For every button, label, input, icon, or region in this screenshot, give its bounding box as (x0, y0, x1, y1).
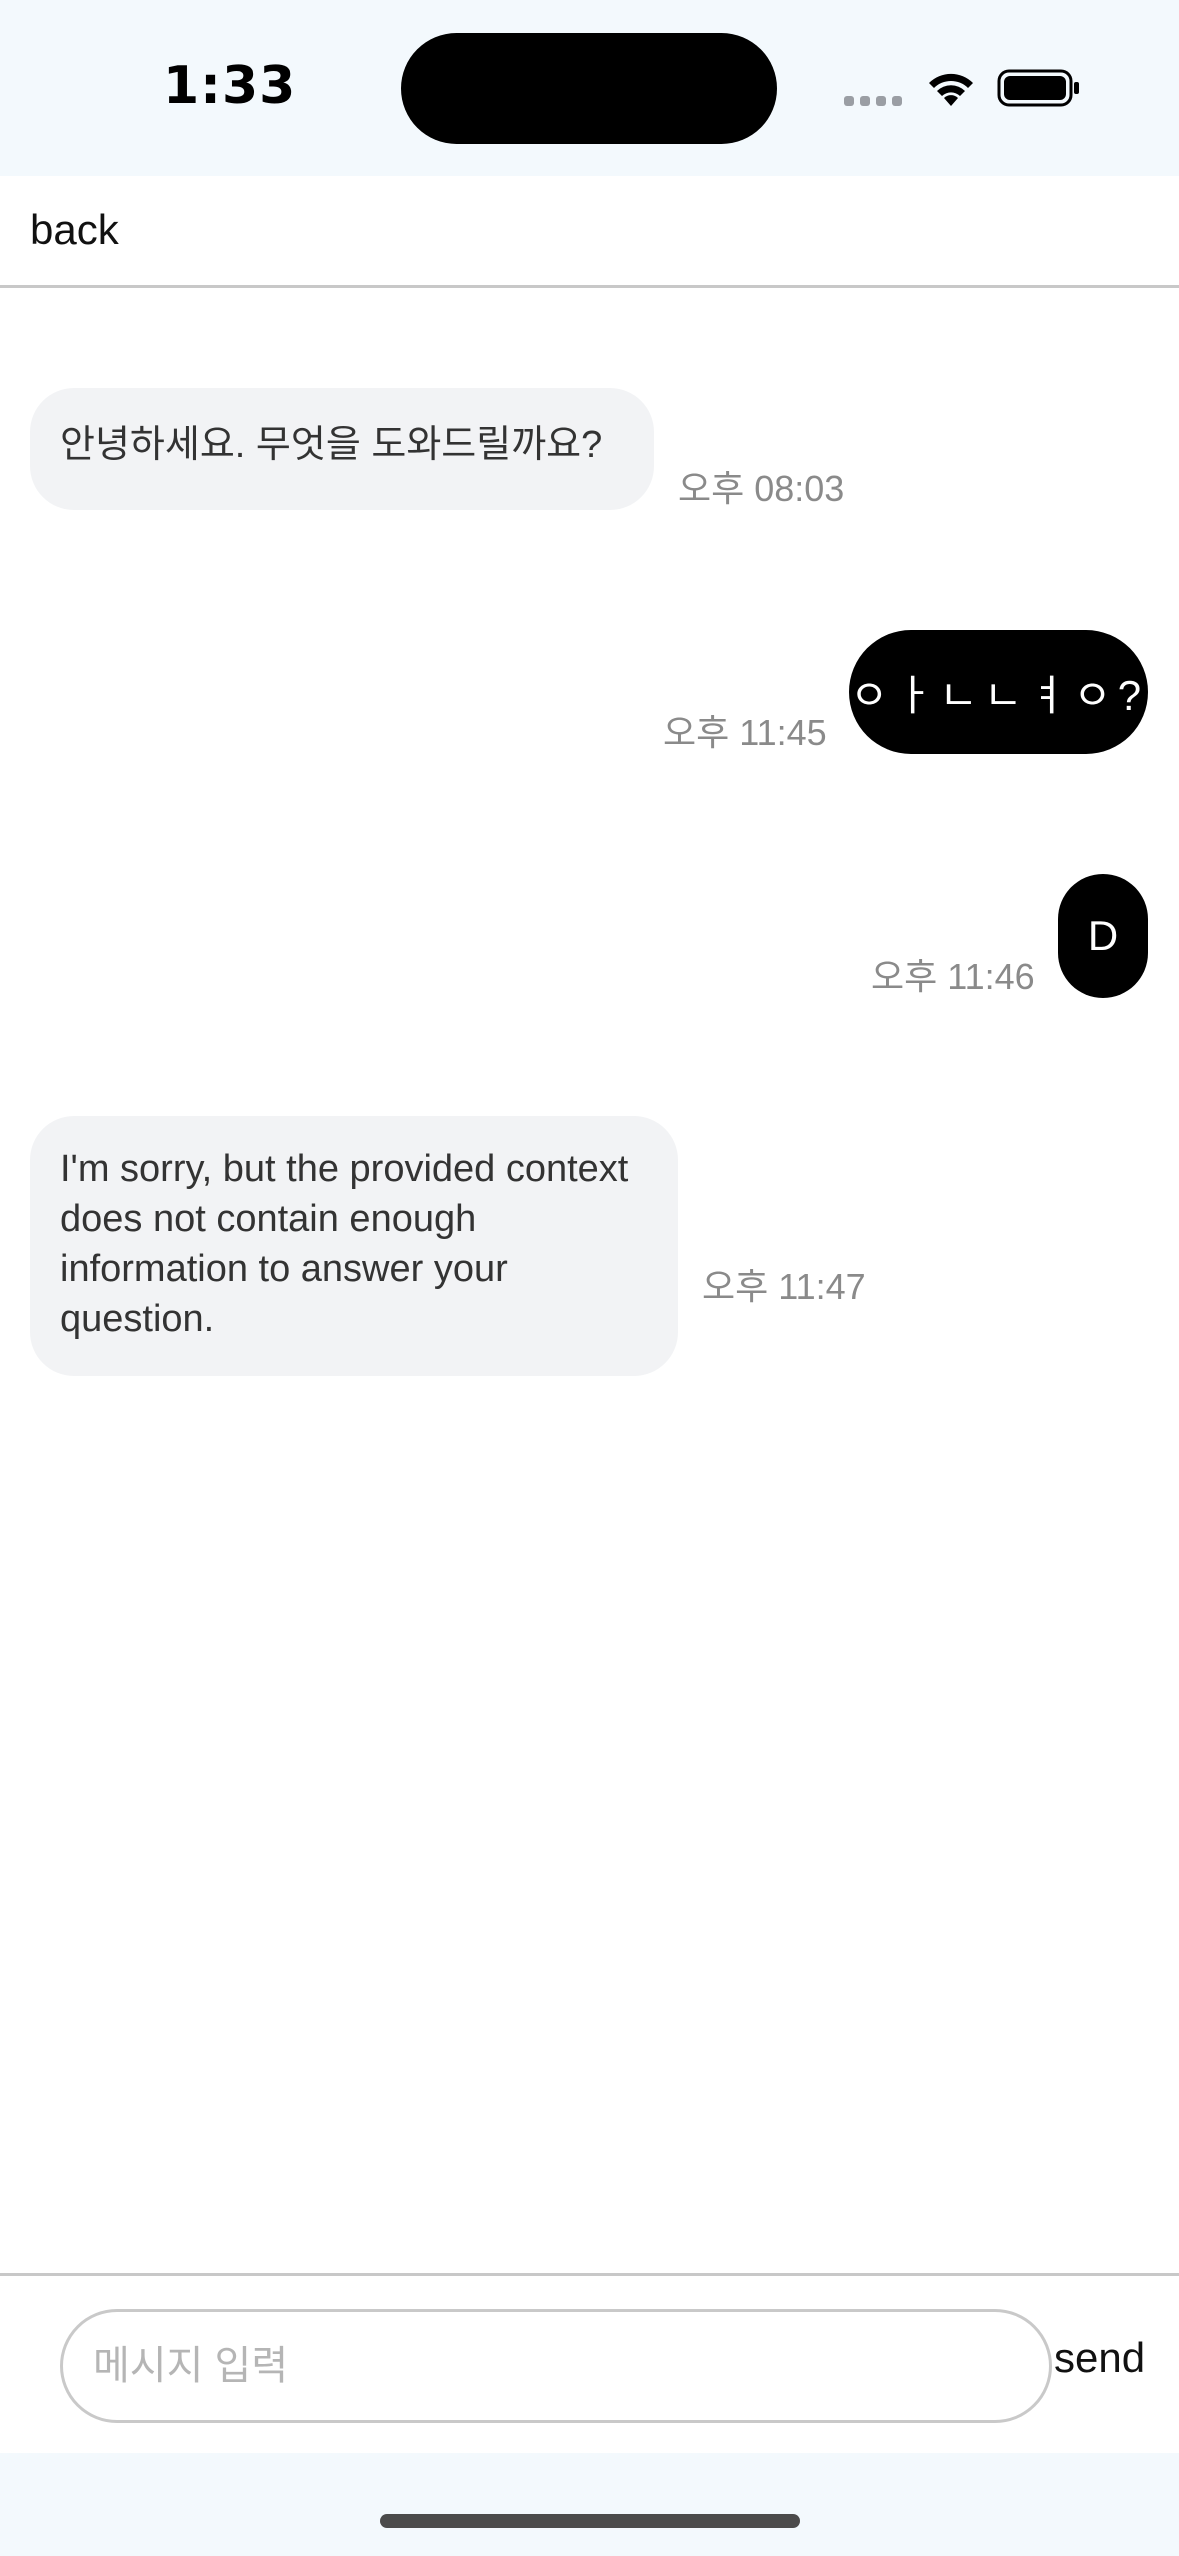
message-list[interactable]: 안녕하세요. 무엇을 도와드릴까요? 오후 08:03 ㅇㅏㄴㄴㅕㅇ? 오후 1… (0, 288, 1179, 2273)
cellular-signal-icon (844, 96, 906, 106)
composer-bar: send (0, 2273, 1179, 2453)
top-nav: back (0, 176, 1179, 288)
home-indicator-area (0, 2453, 1179, 2556)
dynamic-island (401, 33, 777, 144)
battery-icon (997, 69, 1079, 107)
message-timestamp: 오후 11:46 (871, 956, 1035, 997)
message-input[interactable] (60, 2309, 1052, 2423)
wifi-icon (929, 73, 973, 106)
send-button[interactable]: send (1054, 2334, 1145, 2382)
outgoing-message-bubble: ㅇㅏㄴㄴㅕㅇ? (849, 630, 1148, 754)
incoming-message-bubble: 안녕하세요. 무엇을 도와드릴까요? (30, 388, 654, 510)
message-timestamp: 오후 11:45 (663, 712, 827, 753)
status-bar: 1:33 (0, 0, 1179, 176)
message-timestamp: 오후 11:47 (702, 1266, 866, 1307)
status-time: 1:33 (163, 56, 297, 116)
message-timestamp: 오후 08:03 (678, 468, 845, 509)
back-button[interactable]: back (30, 206, 119, 254)
home-indicator[interactable] (380, 2514, 800, 2528)
outgoing-message-bubble: D (1058, 874, 1148, 998)
incoming-message-bubble: I'm sorry, but the provided context does… (30, 1116, 678, 1376)
